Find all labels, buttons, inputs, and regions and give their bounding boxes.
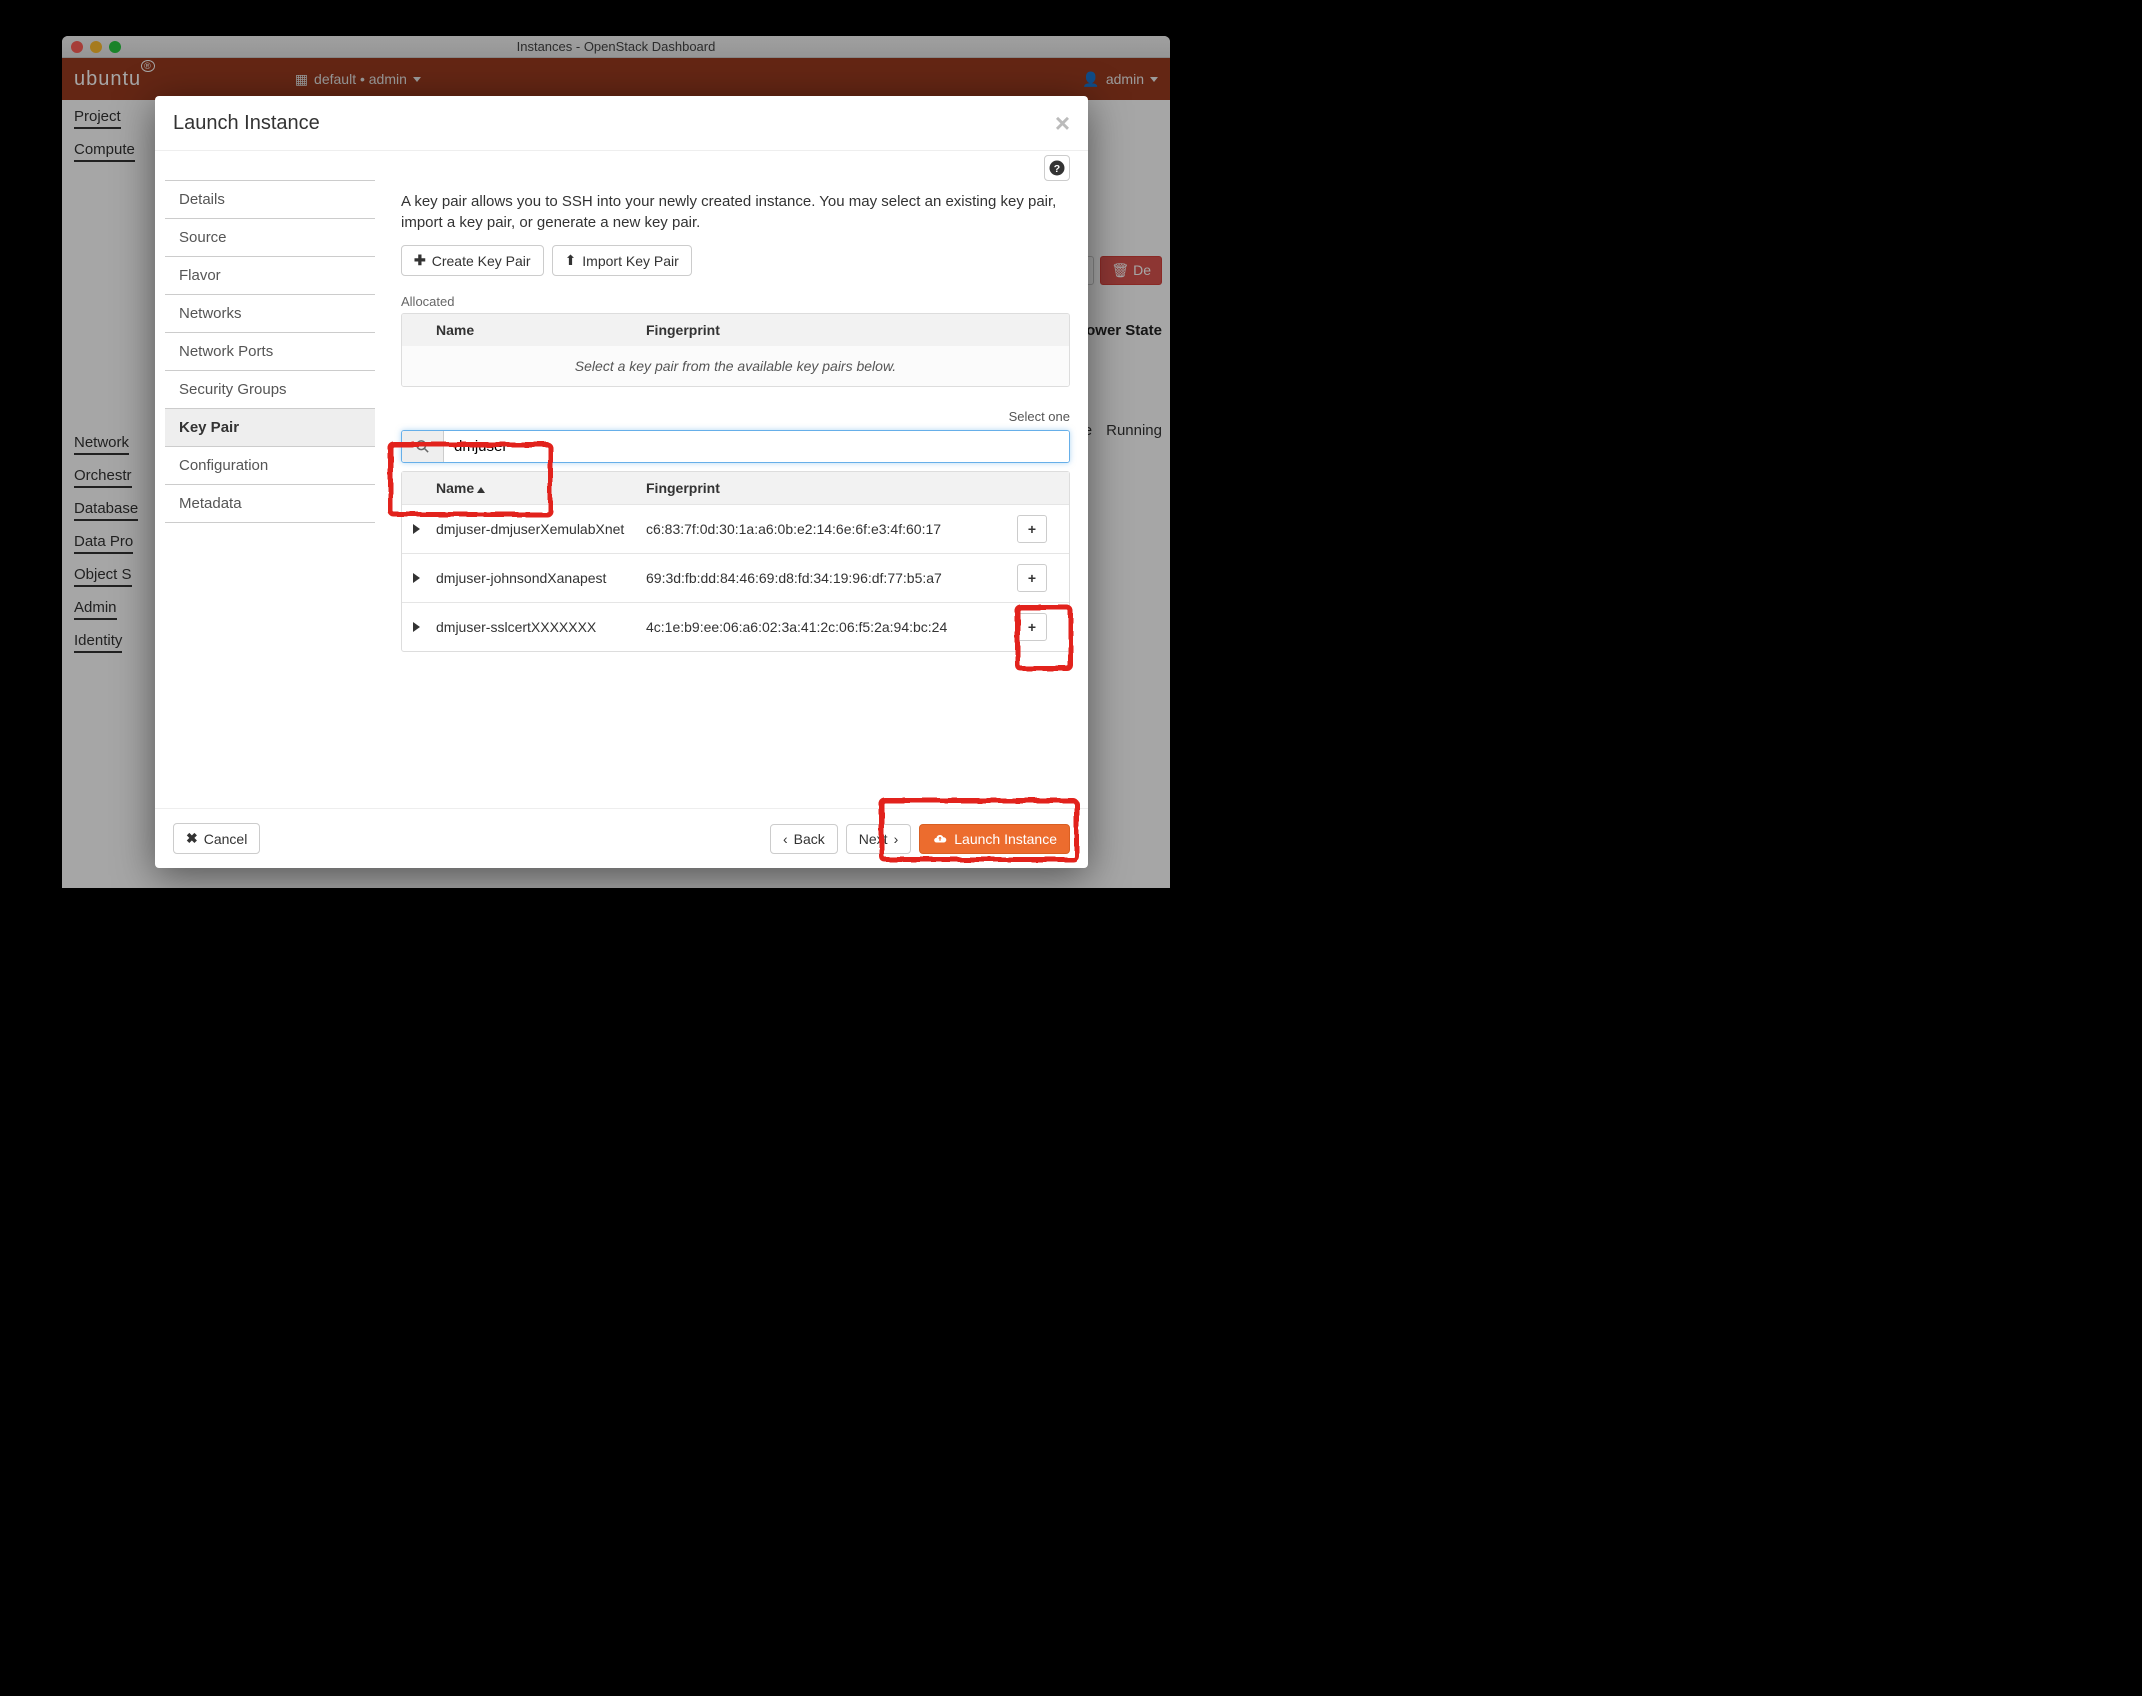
keypair-row: dmjuser-sslcertXXXXXXX4c:1e:b9:ee:06:a6:… xyxy=(402,602,1069,651)
create-keypair-button[interactable]: ✚Create Key Pair xyxy=(401,245,544,276)
modal-title: Launch Instance xyxy=(173,112,320,135)
add-keypair-button[interactable]: + xyxy=(1017,515,1047,543)
keypair-search xyxy=(401,430,1070,463)
wizard-step-details[interactable]: Details xyxy=(165,180,375,219)
wizard-step-networks[interactable]: Networks xyxy=(165,294,375,333)
keypair-fingerprint: 4c:1e:b9:ee:06:a6:02:3a:41:2c:06:f5:2a:9… xyxy=(640,619,1017,635)
keypair-fingerprint: c6:83:7f:0d:30:1a:a6:0b:e2:14:6e:6f:e3:4… xyxy=(640,521,1017,537)
add-keypair-button[interactable]: + xyxy=(1017,613,1047,641)
allocated-label: Allocated xyxy=(401,294,1070,309)
modal-footer: ✖Cancel ‹Back Next› Launch Instance xyxy=(155,808,1088,868)
chevron-right-icon: › xyxy=(894,831,899,847)
launch-instance-button[interactable]: Launch Instance xyxy=(919,824,1070,854)
select-one-label: Select one xyxy=(1009,409,1070,424)
wizard-step-source[interactable]: Source xyxy=(165,218,375,257)
next-button[interactable]: Next› xyxy=(846,824,911,854)
expand-icon[interactable] xyxy=(413,573,420,583)
import-keypair-button[interactable]: ⬆Import Key Pair xyxy=(552,245,692,276)
wizard-step-key-pair[interactable]: Key Pair xyxy=(165,408,375,447)
col-fingerprint-header: Fingerprint xyxy=(640,322,1017,338)
col-name-header[interactable]: Name xyxy=(430,480,640,496)
col-name-header: Name xyxy=(430,322,640,338)
col-fingerprint-header[interactable]: Fingerprint xyxy=(640,480,1017,496)
launch-instance-modal: Launch Instance × DetailsSourceFlavorNet… xyxy=(155,96,1088,868)
available-table: Name Fingerprint dmjuser-dmjuserXemulabX… xyxy=(401,471,1070,652)
x-icon: ✖ xyxy=(186,830,198,847)
expand-icon[interactable] xyxy=(413,622,420,632)
wizard-step-network-ports[interactable]: Network Ports xyxy=(165,332,375,371)
keypair-name: dmjuser-johnsondXanapest xyxy=(430,570,640,586)
upload-icon: ⬆ xyxy=(565,252,577,269)
keypair-fingerprint: 69:3d:fb:dd:84:46:69:d8:fd:34:19:96:df:7… xyxy=(640,570,1017,586)
search-icon xyxy=(402,431,444,462)
help-icon[interactable]: ? xyxy=(1044,155,1070,181)
back-button[interactable]: ‹Back xyxy=(770,824,838,854)
close-icon[interactable]: × xyxy=(1055,110,1070,136)
keypair-name: dmjuser-sslcertXXXXXXX xyxy=(430,619,640,635)
allocated-empty-msg: Select a key pair from the available key… xyxy=(402,346,1069,386)
cancel-button[interactable]: ✖Cancel xyxy=(173,823,260,854)
add-keypair-button[interactable]: + xyxy=(1017,564,1047,592)
search-input[interactable] xyxy=(444,431,1069,462)
keypair-row: dmjuser-johnsondXanapest69:3d:fb:dd:84:4… xyxy=(402,553,1069,602)
allocated-table: Name Fingerprint Select a key pair from … xyxy=(401,313,1070,387)
plus-icon: ✚ xyxy=(414,252,426,269)
chevron-left-icon: ‹ xyxy=(783,831,788,847)
wizard-content: ? A key pair allows you to SSH into your… xyxy=(375,151,1070,808)
wizard-step-security-groups[interactable]: Security Groups xyxy=(165,370,375,409)
wizard-step-flavor[interactable]: Flavor xyxy=(165,256,375,295)
cloud-upload-icon xyxy=(932,832,948,846)
keypair-name: dmjuser-dmjuserXemulabXnet xyxy=(430,521,640,537)
wizard-steps: DetailsSourceFlavorNetworksNetwork Ports… xyxy=(165,151,375,808)
sort-asc-icon xyxy=(477,487,485,493)
svg-text:?: ? xyxy=(1054,163,1060,175)
wizard-step-configuration[interactable]: Configuration xyxy=(165,446,375,485)
wizard-step-metadata[interactable]: Metadata xyxy=(165,484,375,523)
keypair-row: dmjuser-dmjuserXemulabXnetc6:83:7f:0d:30… xyxy=(402,504,1069,553)
step-description: A key pair allows you to SSH into your n… xyxy=(401,191,1070,233)
expand-icon[interactable] xyxy=(413,524,420,534)
modal-header: Launch Instance × xyxy=(155,96,1088,151)
